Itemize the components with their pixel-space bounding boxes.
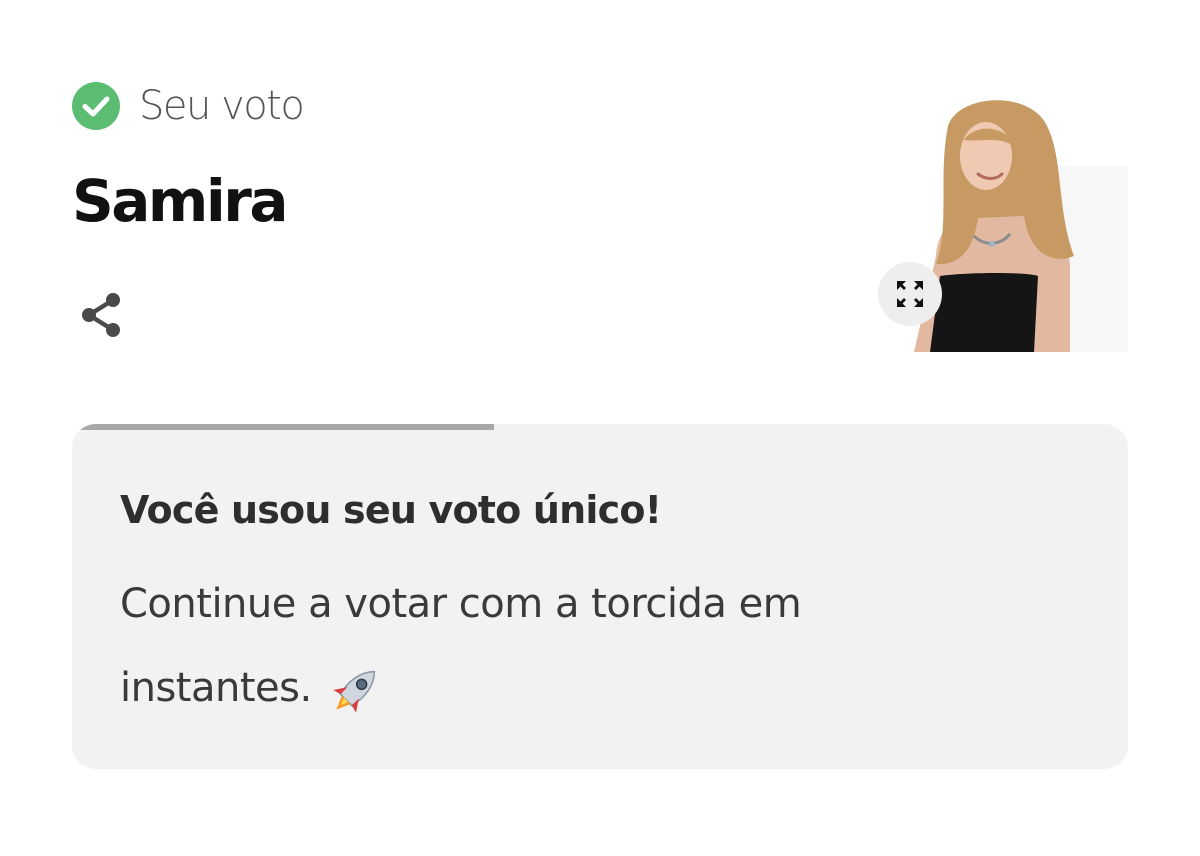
expand-button[interactable]	[878, 262, 942, 326]
notice-title: Você usou seu voto único!	[120, 488, 662, 532]
vote-confirmation-page: Seu voto Samira Você usou seu voto único…	[0, 0, 1200, 856]
progress-bar	[72, 424, 495, 430]
candidate-name: Samira	[72, 167, 288, 235]
notice-message-text: Continue a votar com a torcida em instan…	[120, 581, 802, 711]
share-button[interactable]	[74, 288, 130, 344]
check-circle-icon	[72, 82, 120, 130]
share-icon	[82, 293, 120, 337]
vote-status: Seu voto	[72, 82, 305, 130]
notice-message: Continue a votar com a torcida em instan…	[120, 562, 980, 730]
vote-status-label: Seu voto	[139, 83, 305, 129]
notice-card: Você usou seu voto único! Continue a vot…	[72, 424, 1128, 769]
rocket-icon	[333, 670, 375, 713]
expand-icon	[897, 281, 923, 307]
